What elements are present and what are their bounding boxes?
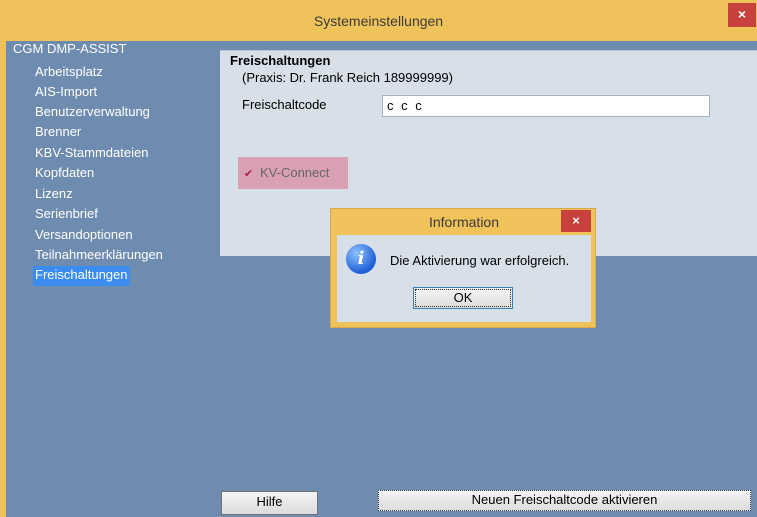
- dialog-message: Die Aktivierung war erfolgreich.: [390, 253, 570, 268]
- activate-code-button[interactable]: Neuen Freischaltcode aktivieren: [378, 490, 751, 511]
- check-icon: ✔: [244, 168, 254, 180]
- tree-item-kopfdaten[interactable]: Kopfdaten: [33, 164, 96, 184]
- tree-item-lizenz[interactable]: Lizenz: [33, 185, 75, 205]
- tree-item-teilnahmeerklaerungen[interactable]: Teilnahmeerklärungen: [33, 246, 165, 266]
- tree-item-benutzerverwaltung[interactable]: Benutzerverwaltung: [33, 103, 152, 123]
- information-dialog: Information × i Die Aktivierung war erfo…: [330, 208, 596, 328]
- tree-item-versandoptionen[interactable]: Versandoptionen: [33, 226, 135, 246]
- settings-tree: CGM DMP-ASSIST Arbeitsplatz AIS-Import B…: [6, 41, 221, 517]
- panel-title: Freischaltungen: [230, 53, 331, 68]
- ok-button-label: OK: [415, 289, 511, 307]
- tree-root[interactable]: CGM DMP-ASSIST: [13, 41, 126, 56]
- close-icon[interactable]: ×: [728, 3, 756, 27]
- kv-connect-checkbox[interactable]: ✔ KV-Connect: [238, 157, 348, 189]
- help-button[interactable]: Hilfe: [221, 491, 318, 515]
- tree-item-kbv-stammdateien[interactable]: KBV-Stammdateien: [33, 144, 150, 164]
- tree-item-ais-import[interactable]: AIS-Import: [33, 83, 99, 103]
- praxis-info: (Praxis: Dr. Frank Reich 189999999): [242, 70, 453, 85]
- tree-item-arbeitsplatz[interactable]: Arbeitsplatz: [33, 63, 105, 83]
- kv-connect-label: KV-Connect: [260, 165, 330, 180]
- dialog-title: Information: [428, 214, 500, 230]
- code-label: Freischaltcode: [242, 97, 327, 112]
- ok-button[interactable]: OK: [413, 287, 513, 309]
- tree-item-brenner[interactable]: Brenner: [33, 123, 83, 143]
- settings-window: Systemeinstellungen × CGM DMP-ASSIST Arb…: [0, 0, 757, 517]
- window-title: Systemeinstellungen: [313, 13, 444, 29]
- dialog-body: i Die Aktivierung war erfolgreich. OK: [337, 235, 591, 322]
- tree-item-serienbrief[interactable]: Serienbrief: [33, 205, 100, 225]
- info-icon: i: [346, 244, 376, 274]
- title-bar: Systemeinstellungen ×: [0, 0, 757, 41]
- dialog-close-icon[interactable]: ×: [561, 210, 591, 232]
- tree-item-freischaltungen[interactable]: Freischaltungen: [33, 266, 130, 286]
- freischaltcode-input[interactable]: c c c: [382, 95, 710, 117]
